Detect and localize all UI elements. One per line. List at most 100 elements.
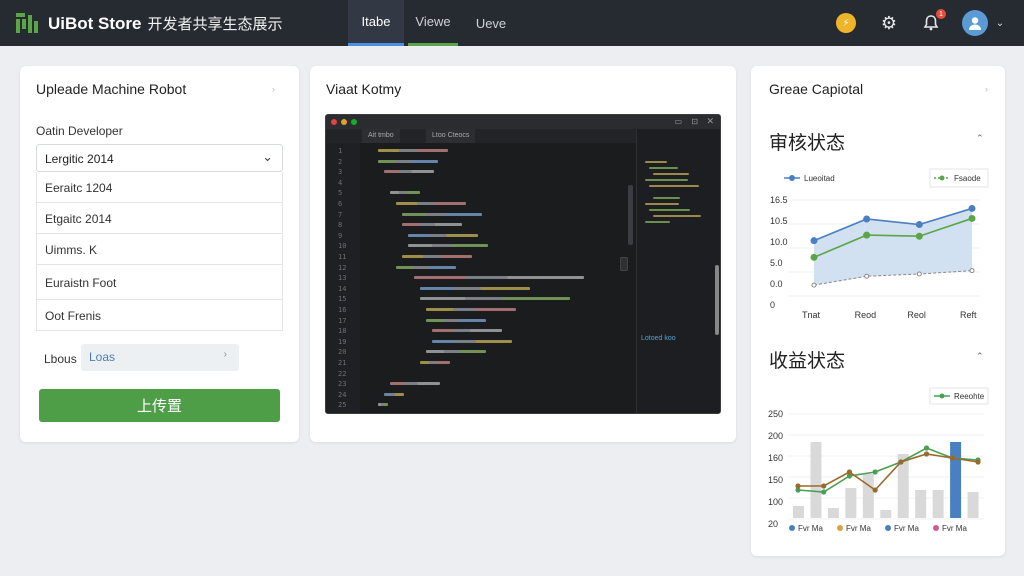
chevron-up-icon[interactable]: ⌃: [976, 133, 984, 144]
search-label: Lbous: [44, 352, 77, 366]
minimize-dot-icon[interactable]: [341, 119, 347, 125]
editor-tab[interactable]: Ltoo Cteocs: [426, 129, 476, 143]
y-tick-label: 160: [768, 453, 783, 463]
brand-title[interactable]: UiBot Store 开发者共享生态展示: [48, 13, 283, 34]
data-point: [898, 459, 904, 465]
bar: [810, 442, 822, 518]
code-line: [420, 361, 450, 364]
option-item[interactable]: Etgaitc 2014: [36, 203, 283, 234]
code-line: [378, 149, 448, 152]
line-number: 19: [338, 337, 347, 346]
code-line: [390, 191, 420, 195]
x-tick-label: Reod: [855, 310, 877, 320]
chevron-right-icon: ›: [223, 349, 227, 360]
search-input[interactable]: Loas ›: [81, 344, 239, 371]
data-point: [821, 489, 827, 495]
bar: [827, 508, 839, 518]
line-number: 24: [338, 390, 347, 399]
bell-icon[interactable]: 1: [920, 9, 946, 34]
scrollbar[interactable]: [715, 265, 719, 335]
data-point: [969, 268, 975, 274]
minimap-line: [653, 173, 689, 175]
minimap-line: [649, 185, 699, 187]
capital-panel-title: Greae Capiotal: [769, 81, 864, 97]
code-line: [420, 286, 530, 290]
split-icon[interactable]: ▭: [674, 117, 682, 126]
tab-viewe[interactable]: Viewe: [408, 0, 458, 46]
y-tick-label: 20: [768, 519, 778, 529]
y-tick-label: 0.0: [770, 279, 783, 289]
data-point: [923, 445, 930, 451]
bar: [880, 510, 892, 518]
code-line: [396, 265, 456, 269]
upload-button[interactable]: 上传置: [39, 389, 280, 422]
line-number: 20: [338, 348, 347, 357]
editor-titlebar: ▭ ⊡ ✕: [326, 115, 720, 129]
y-tick-label: 10.0: [770, 237, 788, 247]
line-number-gutter: 1 2 3 4 5 6 7 8 9 10 11 12 13 14 15 16 17 18 19 20 21 22 23 24 2…: [326, 143, 360, 413]
close-dot-icon[interactable]: [331, 119, 337, 125]
editor-tab[interactable]: Ait tmbo: [362, 129, 400, 143]
chart2-title: 收益状态: [769, 351, 846, 372]
code-panel-title: Viaat Kotmy: [326, 81, 402, 97]
line-number: 4: [338, 178, 343, 187]
fold-handle[interactable]: [620, 257, 628, 271]
y-tick-label: 16.5: [770, 195, 788, 205]
developer-select[interactable]: Lergitic 2014 ⌄: [36, 144, 283, 172]
code-line: [378, 159, 438, 163]
chevron-down-icon[interactable]: ⌄: [994, 16, 1006, 30]
option-item[interactable]: Eeraitc 1204: [36, 172, 283, 203]
legend-label: Fvr Ma: [798, 524, 823, 533]
option-item[interactable]: Uimms. K: [36, 234, 283, 265]
chevron-right-icon: ›: [272, 84, 275, 94]
minimap-line: [649, 209, 690, 211]
y-tick-label: 5.0: [770, 258, 783, 268]
data-point: [821, 483, 827, 489]
data-point: [968, 214, 976, 222]
avatar[interactable]: [962, 10, 988, 36]
legend-marker: [837, 525, 843, 531]
code-editor[interactable]: ▭ ⊡ ✕ Ait tmbo Ltoo Cteocs 1 2 3 4 5 6 7 8 9 10 11…: [325, 114, 721, 414]
option-item[interactable]: Euraistn Foot: [36, 265, 283, 300]
line-number: 25: [338, 401, 347, 410]
gear-icon[interactable]: ⚙: [878, 12, 900, 34]
tab-itabe[interactable]: Itabe: [348, 0, 404, 46]
scrollbar[interactable]: [628, 185, 633, 245]
bar: [967, 492, 979, 518]
close-icon[interactable]: ✕: [706, 116, 714, 127]
chevron-down-icon: ⌄: [262, 149, 273, 164]
top-bar: UiBot Store 开发者共享生态展示 Itabe Viewe Ueve ⚡ …: [0, 0, 1024, 46]
line-number: 15: [338, 295, 347, 304]
minimap-line: [645, 221, 670, 223]
legend-marker: [789, 175, 795, 181]
bar: [845, 488, 857, 518]
maximize-dot-icon[interactable]: [351, 119, 357, 125]
minimap-line: [645, 179, 688, 181]
y-tick-label: 150: [768, 475, 783, 485]
line-number: 8: [338, 221, 343, 230]
code-line: [384, 392, 404, 396]
x-tick-label: Tnat: [802, 310, 821, 320]
coin-icon[interactable]: ⚡: [836, 13, 856, 33]
minimap-line: [645, 161, 667, 163]
minimap-link[interactable]: Lotoed koo: [641, 335, 676, 342]
chevron-up-icon[interactable]: ⌃: [976, 351, 984, 362]
data-point: [863, 215, 871, 223]
line-number: 2: [338, 157, 343, 166]
y-tick-label: 10.5: [770, 216, 788, 226]
code-line: [432, 339, 512, 343]
code-line: [402, 223, 462, 227]
notification-badge: 1: [936, 9, 946, 19]
legend-marker: [885, 525, 891, 531]
option-item[interactable]: Oot Frenis: [36, 300, 283, 331]
legend-marker: [939, 175, 945, 181]
bar: [915, 490, 927, 518]
code-line: [420, 297, 570, 301]
developer-select-value: Lergitic 2014: [45, 152, 114, 166]
tab-ueve[interactable]: Ueve: [466, 0, 516, 46]
code-line: [396, 202, 466, 205]
line-number: 11: [338, 253, 347, 261]
layout-icon[interactable]: ⊡: [691, 117, 698, 126]
developer-label: Oatin Developer: [36, 124, 123, 138]
bar: [950, 442, 962, 518]
